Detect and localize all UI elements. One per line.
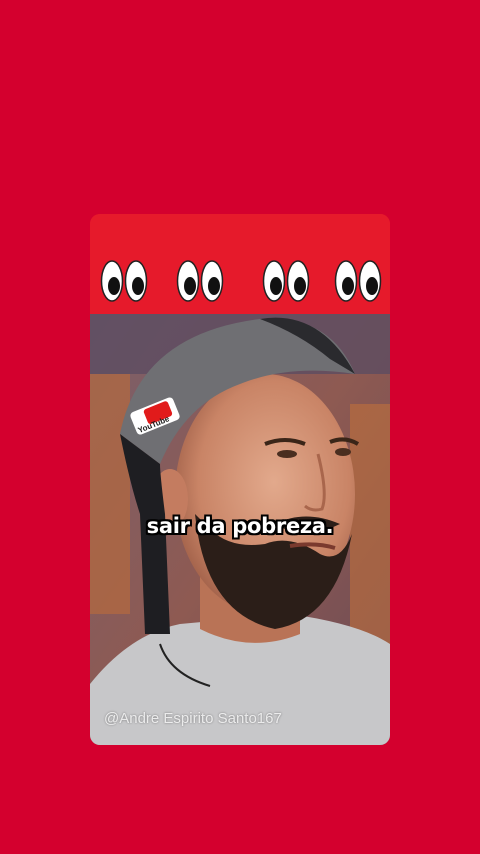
- eyes-emoji-icon: [262, 258, 310, 304]
- subtitle-caption: sair da pobreza.: [146, 514, 334, 538]
- eyes-emoji-icon: [334, 258, 382, 304]
- eyes-emoji-icon: [100, 258, 148, 304]
- video-card[interactable]: YouTube sair da pobreza. @Andre Espirito…: [90, 214, 390, 745]
- emoji-bar: [90, 214, 390, 314]
- eyes-emoji-icon: [176, 258, 224, 304]
- watermark-text: @Andre Espirito Santo167: [104, 710, 282, 727]
